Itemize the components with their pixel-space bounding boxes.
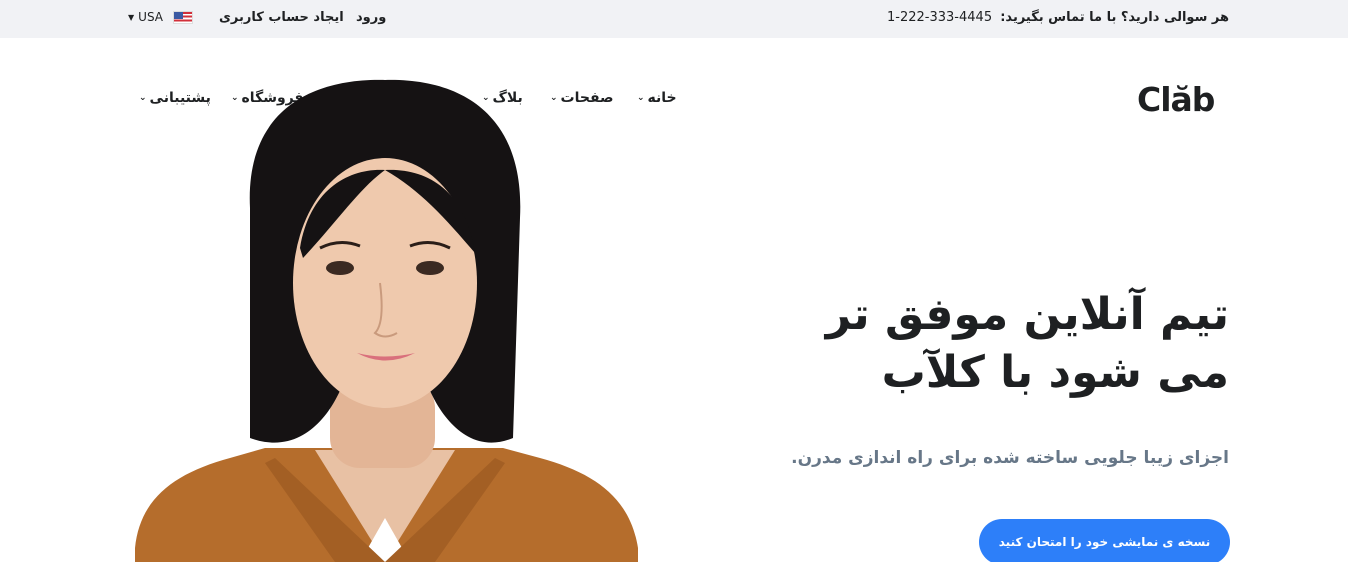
caret-down-icon: ▼: [128, 12, 135, 22]
login-link[interactable]: ورود: [356, 10, 386, 25]
chevron-down-icon: ⌄: [637, 93, 645, 103]
contact-phone[interactable]: 1-222-333-4445: [887, 10, 992, 25]
language-selector[interactable]: ▼ USA: [128, 10, 193, 24]
us-flag-icon: [173, 10, 193, 24]
top-bar: هر سوالی دارید؟ با ما تماس بگیرید: 1-222…: [0, 0, 1348, 38]
contact-info: هر سوالی دارید؟ با ما تماس بگیرید: 1-222…: [887, 10, 1229, 25]
hero-portrait-image: [135, 79, 638, 562]
signup-link[interactable]: ایجاد حساب کاربری: [219, 10, 344, 25]
language-label: USA: [138, 10, 163, 24]
try-demo-button[interactable]: نسخه ی نمایشی خود را امتحان کنید: [979, 519, 1230, 562]
nav-item-label: خانه: [647, 90, 677, 106]
hero-title: تیم آنلاین موفق تر می شود با کلآب: [825, 289, 1229, 398]
hero-subtitle: اجزای زیبا جلویی ساخته شده برای راه اندا…: [791, 448, 1229, 468]
contact-label: هر سوالی دارید؟ با ما تماس بگیرید:: [1000, 10, 1229, 25]
nav-item-home[interactable]: ⌄ خانه: [637, 90, 677, 106]
brand-logo[interactable]: Clăb: [1137, 80, 1215, 119]
